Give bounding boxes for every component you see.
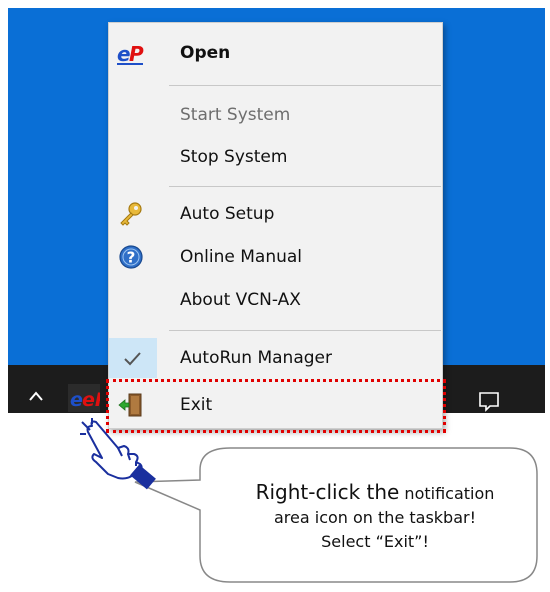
tray-ep-letter: eP [82,389,100,411]
show-hidden-icons-chevron-icon[interactable] [28,388,44,404]
checkmark-icon [119,344,147,372]
svg-text:?: ? [127,249,136,267]
menu-separator [169,330,441,331]
menu-separator [169,186,441,187]
menu-item-label: Stop System [180,147,288,167]
menu-separator [169,85,441,86]
svg-text:P: P [129,42,144,66]
menu-item-stop-system[interactable]: Stop System [109,137,442,177]
menu-item-online-manual[interactable]: ? Online Manual [109,237,442,277]
menu-item-label: Start System [180,105,291,125]
tray-ep-app-icon[interactable]: e eP [68,384,100,412]
callout-line3: Select “Exit”! [321,532,429,551]
pointing-hand-icon [78,418,168,498]
menu-item-label: About VCN-AX [180,290,301,310]
menu-item-label: Open [180,43,231,63]
help-icon: ? [117,243,145,271]
callout-line2: area icon on the taskbar! [273,508,476,527]
menu-item-start-system[interactable]: Start System [109,95,442,135]
menu-item-autorun-manager[interactable]: AutoRun Manager [109,338,442,378]
tray-context-menu: e P Open Start System Stop System Auto S… [108,22,443,429]
menu-item-open[interactable]: e P Open [109,33,442,73]
menu-item-about[interactable]: About VCN-AX [109,280,442,320]
menu-item-label: Auto Setup [180,204,275,224]
key-icon [117,200,145,228]
action-center-icon[interactable] [478,391,500,413]
callout-line1-rest: notification [399,484,495,503]
ep-logo-icon: e P [117,39,145,67]
callout-line1-big: Right-click the [255,480,400,504]
menu-item-auto-setup[interactable]: Auto Setup [109,194,442,234]
callout-text: Right-click the notification area icon o… [210,480,540,554]
menu-item-label: AutoRun Manager [180,348,332,368]
menu-item-label: Online Manual [180,247,303,267]
